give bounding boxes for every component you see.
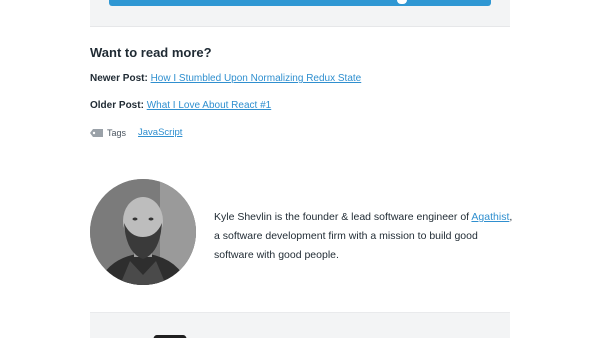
subscribe-button[interactable]: [109, 0, 491, 6]
older-post-label: Older Post:: [90, 100, 144, 111]
older-post-link[interactable]: What I Love About React #1: [147, 100, 272, 111]
page: Want to read more? Newer Post: How I Stu…: [0, 0, 600, 338]
tag-link-javascript[interactable]: JavaScript: [138, 127, 182, 138]
tags-row: Tags JavaScript: [90, 127, 182, 138]
bio-prefix: Kyle Shevlin is the founder & lead softw…: [214, 211, 472, 223]
read-more-section: Want to read more? Newer Post: How I Stu…: [90, 45, 510, 138]
newer-post-link[interactable]: How I Stumbled Upon Normalizing Redux St…: [151, 73, 362, 84]
author-section: Kyle Shevlin is the founder & lead softw…: [90, 179, 512, 285]
newer-post-label: Newer Post:: [90, 73, 148, 84]
newer-post: Newer Post: How I Stumbled Upon Normaliz…: [90, 73, 361, 84]
button-text-fragment: [397, 0, 407, 4]
tag-icon: [90, 128, 103, 137]
footer-card: [90, 312, 510, 338]
author-avatar: [90, 179, 196, 285]
tags-label: Tags: [107, 127, 127, 138]
older-post: Older Post: What I Love About React #1: [90, 100, 271, 111]
badge-icon: [146, 332, 194, 338]
read-more-heading: Want to read more?: [90, 45, 212, 60]
company-link[interactable]: Agathist: [471, 211, 509, 223]
author-bio: Kyle Shevlin is the founder & lead softw…: [214, 208, 514, 265]
newsletter-card: [90, 0, 510, 27]
